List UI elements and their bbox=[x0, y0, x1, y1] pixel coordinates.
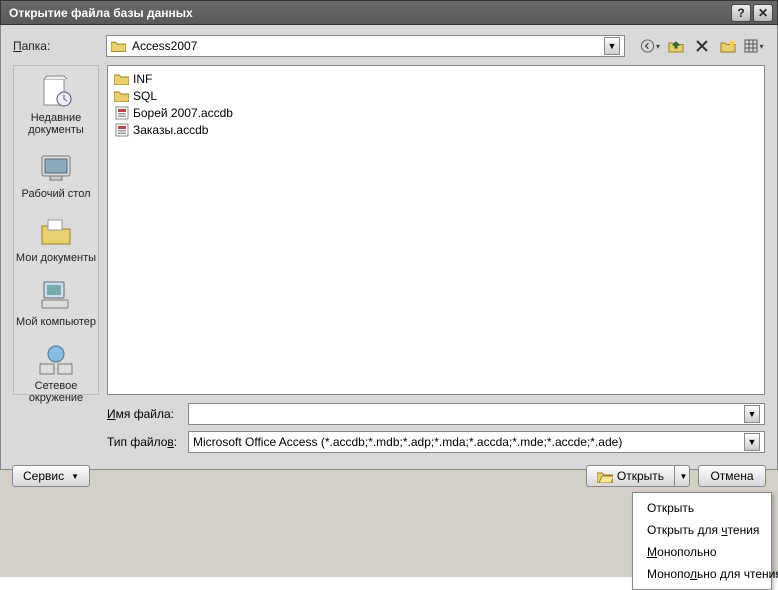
network-places-icon bbox=[34, 342, 78, 378]
filetype-label: Тип файлов: bbox=[107, 435, 182, 449]
open-button[interactable]: Открыть bbox=[586, 465, 674, 487]
open-folder-icon bbox=[597, 470, 613, 483]
desktop-icon bbox=[34, 150, 78, 186]
database-file-icon bbox=[114, 123, 129, 137]
main-area: Недавние документы Рабочий стол Мои доку… bbox=[13, 65, 765, 395]
delete-icon[interactable] bbox=[691, 35, 713, 57]
open-split-button: Открыть ▼ bbox=[586, 465, 690, 487]
folder-select-dropdown[interactable]: ▼ bbox=[604, 37, 620, 55]
close-button[interactable]: ✕ bbox=[753, 4, 773, 22]
titlebar: Открытие файла базы данных ? ✕ bbox=[0, 0, 778, 25]
folder-icon bbox=[111, 40, 126, 52]
folder-icon bbox=[114, 89, 129, 103]
sidebar-item-mydocs[interactable]: Мои документы bbox=[14, 210, 98, 274]
sidebar-item-desktop[interactable]: Рабочий стол bbox=[14, 146, 98, 210]
filename-label: Имя файла: bbox=[107, 407, 182, 421]
sidebar-item-recent[interactable]: Недавние документы bbox=[14, 70, 98, 146]
recent-documents-icon bbox=[34, 74, 78, 110]
list-item[interactable]: Борей 2007.accdb bbox=[114, 104, 758, 121]
bottom-fields: Имя файла: ▼ Тип файлов: Microsoft Offic… bbox=[107, 403, 765, 453]
window-title: Открытие файла базы данных bbox=[9, 6, 729, 20]
list-item[interactable]: INF bbox=[114, 70, 758, 87]
sidebar-item-mycomputer[interactable]: Мой компьютер bbox=[14, 274, 98, 338]
service-button[interactable]: Сервис▼ bbox=[12, 465, 90, 487]
new-folder-icon[interactable] bbox=[717, 35, 739, 57]
filetype-select[interactable]: Microsoft Office Access (*.accdb;*.mdb;*… bbox=[188, 431, 765, 453]
open-file-dialog: Открытие файла базы данных ? ✕ Папка: Ac… bbox=[0, 0, 778, 577]
open-menu-open[interactable]: Открыть bbox=[633, 497, 771, 519]
folder-select-value: Access2007 bbox=[132, 39, 197, 53]
back-icon[interactable]: ▾ bbox=[639, 35, 661, 57]
my-documents-icon bbox=[34, 214, 78, 250]
folder-toolbar: ▾ ▾ bbox=[639, 35, 765, 57]
cancel-button[interactable]: Отмена bbox=[698, 465, 766, 487]
filename-input[interactable]: ▼ bbox=[188, 403, 765, 425]
folder-label: Папка: bbox=[13, 39, 98, 53]
open-menu-exclusive[interactable]: Монопольно bbox=[633, 541, 771, 563]
folder-select[interactable]: Access2007 ▼ bbox=[106, 35, 625, 57]
sidebar-item-network[interactable]: Сетевое окружение bbox=[14, 338, 98, 414]
folder-row: Папка: Access2007 ▼ ▾ bbox=[13, 35, 765, 57]
open-button-dropdown[interactable]: ▼ bbox=[674, 465, 690, 487]
list-item[interactable]: Заказы.accdb bbox=[114, 121, 758, 138]
open-menu-exclusive-readonly[interactable]: Монопольно для чтения bbox=[633, 563, 771, 585]
open-menu-open-readonly[interactable]: Открыть для чтения bbox=[633, 519, 771, 541]
my-computer-icon bbox=[34, 278, 78, 314]
dialog-body: Папка: Access2007 ▼ ▾ bbox=[0, 25, 778, 470]
list-item[interactable]: SQL bbox=[114, 87, 758, 104]
open-menu: Открыть Открыть для чтения Монопольно Мо… bbox=[632, 492, 772, 590]
places-bar: Недавние документы Рабочий стол Мои доку… bbox=[13, 65, 99, 395]
file-list[interactable]: INF SQL Борей 2007.accdb bbox=[107, 65, 765, 395]
database-file-icon bbox=[114, 106, 129, 120]
help-button[interactable]: ? bbox=[731, 4, 751, 22]
views-icon[interactable]: ▾ bbox=[743, 35, 765, 57]
up-one-level-icon[interactable] bbox=[665, 35, 687, 57]
folder-icon bbox=[114, 72, 129, 86]
filename-dropdown[interactable]: ▼ bbox=[744, 405, 760, 423]
filetype-dropdown[interactable]: ▼ bbox=[744, 433, 760, 451]
